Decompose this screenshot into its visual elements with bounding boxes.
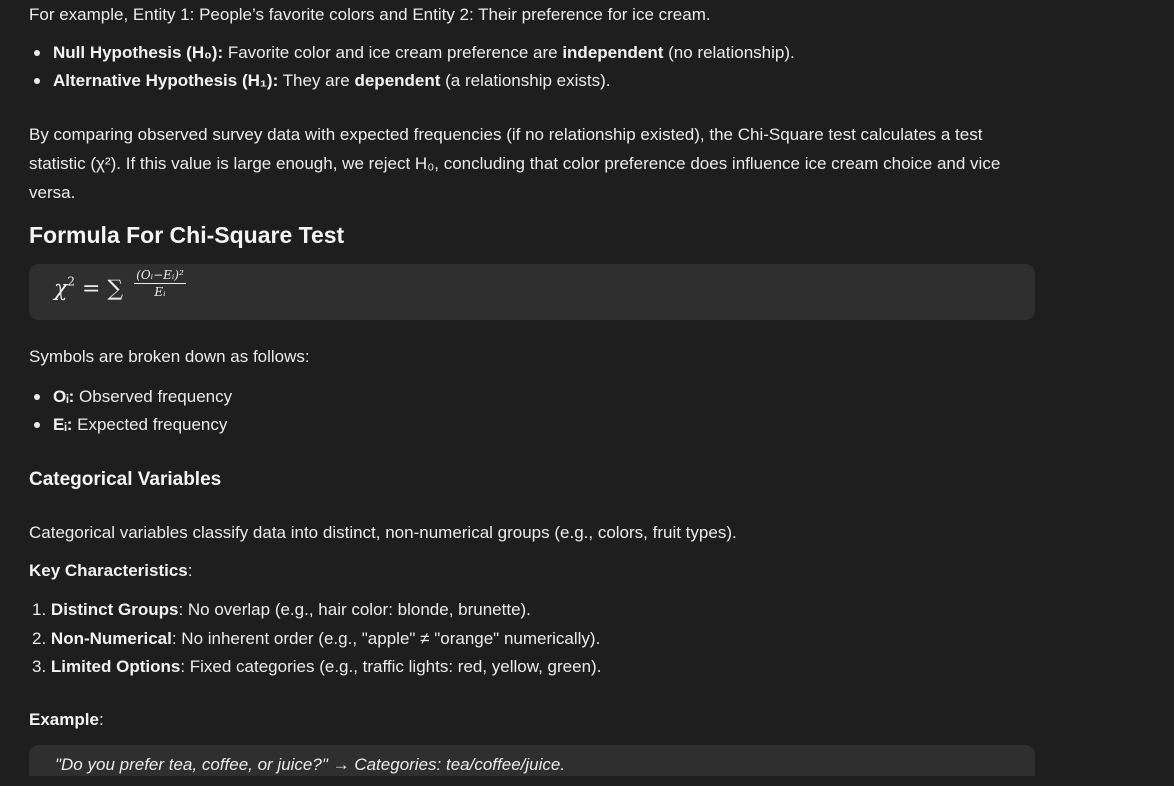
traits-list: 1. Distinct Groups: No overlap (e.g., ha… [29,599,601,685]
example-quote-text: "Do you prefer tea, coffee, or juice?" →… [55,755,566,774]
list-number: 1. [32,600,47,619]
list-item: Alternative Hypothesis (H₁): They are de… [29,70,795,98]
categorical-description: Categorical variables classify data into… [29,523,737,542]
trait-label: Limited Options [50,657,181,676]
expected-symbol: Eᵢ: [53,415,73,434]
sum-symbol: ∑ [107,276,124,302]
trait-description: : Fixed categories (e.g., traffic lights… [180,657,602,676]
list-item: 3. Limited Options: Fixed categories (e.… [29,656,601,685]
example-label: Example: [29,709,104,731]
list-number: 3. [32,657,47,676]
list-item: Null Hypothesis (H₀): Favorite color and… [29,42,795,70]
list-item: 1. Distinct Groups: No overlap (e.g., ha… [29,599,601,628]
intro-text: For example, Entity 1: People’s favorite… [29,5,711,24]
chi-symbol: χ [54,276,68,302]
trait-description: : No inherent order (e.g., "apple" ≠ "or… [171,628,601,648]
example-label-bold: Example [29,710,99,729]
list-item: 2. Non-Numerical: No inherent order (e.g… [29,628,601,657]
formula-heading: Formula For Chi-Square Test [29,222,345,248]
hypotheses-list: Null Hypothesis (H₀): Favorite color and… [29,42,795,98]
trait-label: Distinct Groups [50,600,179,619]
chi-exponent: 2 [67,274,75,289]
symbols-intro: Symbols are broken down as follows: [29,347,310,366]
explanation-paragraph: By comparing observed survey data with e… [29,125,1001,202]
independent-term: independent [562,43,664,62]
example-label-colon: : [98,710,104,729]
observed-symbol: Oᵢ: [53,387,75,406]
list-item: Eᵢ: Expected frequency [29,414,232,442]
chi-square-formula: χ2 = ∑ (Oᵢ−Eᵢ)² Eᵢ [54,268,186,305]
list-number: 2. [32,628,47,648]
null-hypothesis-text: Favorite color and ice cream preference … [223,43,563,62]
formula-block: χ2 = ∑ (Oᵢ−Eᵢ)² Eᵢ [29,264,1035,320]
null-hypothesis-suffix: (no relationship). [663,43,795,62]
trait-label: Non-Numerical [50,628,172,648]
trait-description: : No overlap (e.g., hair color: blonde, … [178,600,531,619]
bottom-edge [0,776,1174,786]
fraction-numerator: (Oᵢ−Eᵢ)² [134,268,186,284]
list-item: Oᵢ: Observed frequency [29,386,232,414]
null-hypothesis-label: Null Hypothesis (H₀): [53,43,224,62]
observed-description: Observed frequency [74,387,233,406]
formula-fraction: (Oᵢ−Eᵢ)² Eᵢ [134,268,186,299]
symbols-list: Oᵢ: Observed frequency Eᵢ: Expected freq… [29,386,232,442]
alternative-hypothesis-label: Alternative Hypothesis (H₁): [53,71,279,90]
expected-description: Expected frequency [72,415,228,434]
key-characteristics-colon: : [187,561,193,580]
dependent-term: dependent [354,71,441,90]
key-characteristics-bold: Key Characteristics [29,561,188,580]
alternative-hypothesis-suffix: (a relationship exists). [440,71,611,90]
alternative-hypothesis-text: They are [278,71,355,90]
categorical-heading: Categorical Variables [29,469,222,490]
fraction-denominator: Eᵢ [154,285,166,299]
equals-sign: = [81,276,101,302]
key-characteristics-label: Key Characteristics: [29,560,193,582]
article-page: For example, Entity 1: People’s favorite… [0,0,1174,786]
